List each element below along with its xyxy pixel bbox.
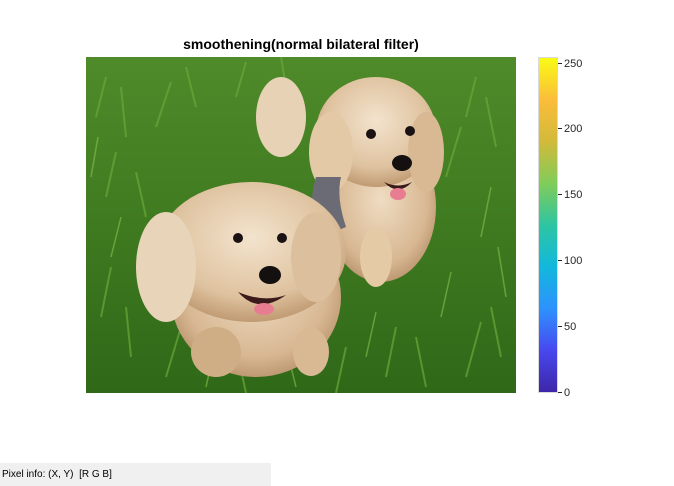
colorbar-tick-label: 100 xyxy=(564,255,583,268)
colorbar-tick-label: 150 xyxy=(564,189,583,202)
colorbar-tick-label: 50 xyxy=(564,321,577,334)
colorbar-tick: 0 xyxy=(558,386,618,400)
colorbar-ticks: 0 50 100 150 200 250 xyxy=(558,57,618,399)
figure-title: smoothening(normal bilateral filter) xyxy=(183,36,419,52)
colorbar-tick-label: 200 xyxy=(564,123,583,136)
colorbar-tick: 50 xyxy=(558,320,618,334)
pixel-info-rgb: [R G B] xyxy=(79,469,112,480)
pixel-info-coords: (X, Y) xyxy=(48,469,74,480)
colorbar xyxy=(538,57,558,393)
colorbar-tick: 150 xyxy=(558,188,618,202)
colorbar-tick-label: 0 xyxy=(564,387,571,399)
image-axes[interactable] xyxy=(86,57,516,393)
colorbar-tick: 200 xyxy=(558,122,618,136)
colorbar-tick: 100 xyxy=(558,254,618,268)
colorbar-tick-label: 250 xyxy=(564,57,583,70)
dog-photo xyxy=(86,57,516,393)
colorbar-tick: 250 xyxy=(558,57,618,71)
pixel-info-bar: Pixel info: (X, Y) [R G B] xyxy=(0,463,271,486)
pixel-info-label: Pixel info: xyxy=(2,469,46,480)
